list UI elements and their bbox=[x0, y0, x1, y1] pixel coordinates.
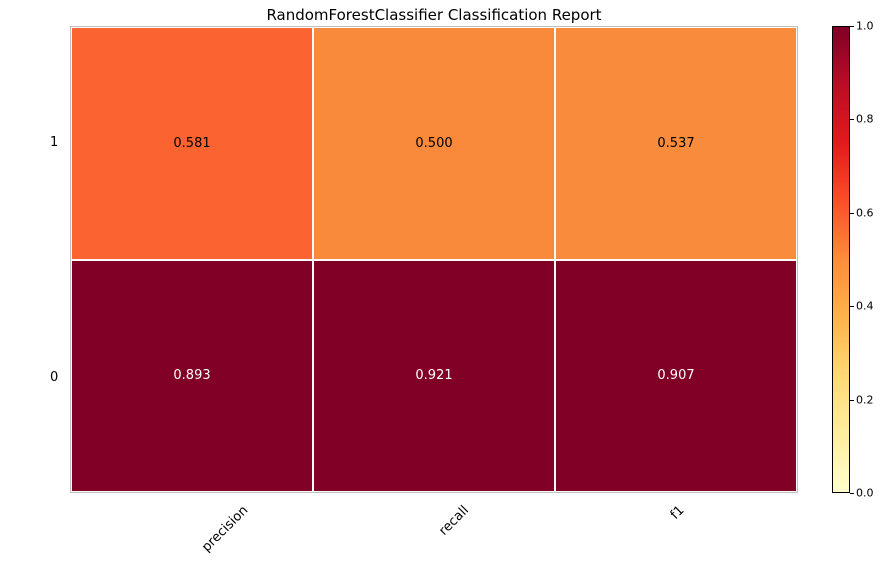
colorbar-tick bbox=[850, 306, 854, 307]
heatmap-grid: 0.581 0.500 0.537 0.893 0.921 0.907 bbox=[70, 26, 798, 493]
heatmap-cell: 0.581 bbox=[71, 27, 313, 260]
heatmap-cell: 0.893 bbox=[71, 260, 313, 493]
y-tick-label: 0 bbox=[50, 370, 58, 385]
colorbar-tick bbox=[850, 213, 854, 214]
colorbar-tick bbox=[850, 493, 854, 494]
x-tick-label: f1 bbox=[668, 503, 688, 523]
colorbar-tick-label: 0.0 bbox=[856, 487, 874, 500]
heatmap-cell: 0.921 bbox=[313, 260, 555, 493]
colorbar-tick-label: 0.8 bbox=[856, 113, 874, 126]
heatmap-row: 0.893 0.921 0.907 bbox=[71, 260, 797, 493]
heatmap-row: 0.581 0.500 0.537 bbox=[71, 27, 797, 260]
x-tick-label: precision bbox=[199, 503, 251, 555]
colorbar-tick-label: 0.4 bbox=[856, 300, 874, 313]
classification-report-chart: RandomForestClassifier Classification Re… bbox=[0, 0, 895, 584]
colorbar-tick bbox=[850, 119, 854, 120]
colorbar-tick bbox=[850, 26, 854, 27]
colorbar-tick-label: 1.0 bbox=[856, 20, 874, 33]
colorbar-tick-label: 0.2 bbox=[856, 393, 874, 406]
colorbar-tick bbox=[850, 400, 854, 401]
heatmap-cell: 0.500 bbox=[313, 27, 555, 260]
heatmap-cell: 0.537 bbox=[555, 27, 797, 260]
chart-title: RandomForestClassifier Classification Re… bbox=[70, 6, 798, 24]
colorbar-tick-label: 0.6 bbox=[856, 206, 874, 219]
x-tick-label: recall bbox=[436, 503, 472, 539]
heatmap-cell: 0.907 bbox=[555, 260, 797, 493]
colorbar bbox=[832, 26, 850, 493]
y-tick-label: 1 bbox=[50, 135, 58, 150]
